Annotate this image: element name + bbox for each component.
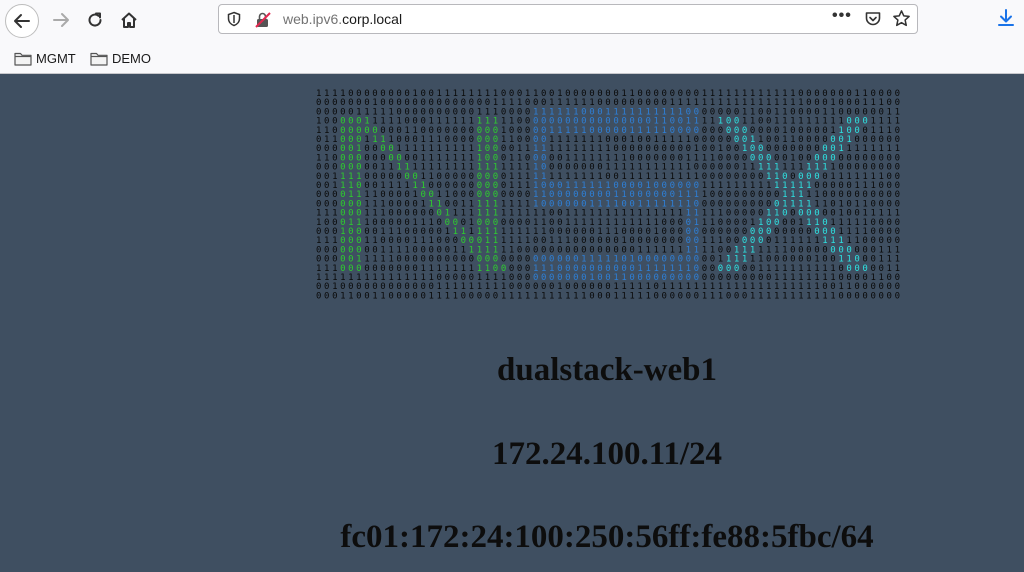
bookmark-label: MGMT [36,50,76,66]
bookmarks-bar: MGMT DEMO [0,44,1024,72]
ipv4-address: 172.24.100.11/24 [491,436,723,472]
reload-button[interactable] [79,4,111,36]
bookmark-folder-mgmt[interactable]: MGMT [14,48,76,68]
home-button[interactable] [113,4,145,36]
reload-icon [88,12,102,27]
bookmark-star-icon[interactable] [892,9,911,28]
page-actions-menu-icon[interactable]: ••• [832,7,852,25]
url-domain: corp.local [342,11,403,27]
download-icon[interactable] [996,8,1016,28]
tracking-protection-icon[interactable] [226,11,242,27]
bookmark-folder-demo[interactable]: DEMO [90,48,151,68]
forward-button[interactable] [45,4,77,36]
back-button[interactable] [5,4,39,38]
folder-icon [14,52,32,66]
home-icon [121,12,137,28]
bookmark-label: DEMO [112,50,151,66]
url-text[interactable]: web.ipv6.corp.local [283,11,402,27]
binary-logo-svg: 1111000000001001111111100011001000000011… [316,89,900,300]
address-bar[interactable]: web.ipv6.corp.local ••• [218,4,918,34]
insecure-lock-icon[interactable] [254,11,272,29]
arrow-left-icon [14,14,30,28]
url-host: web.ipv6. [283,11,343,27]
folder-icon [90,52,108,66]
binary-row: 0001100110000011110000011111111111000111… [316,291,900,300]
arrow-right-icon [53,13,69,27]
browser-toolbar: web.ipv6.corp.local ••• MGMT DEMO [0,0,1024,74]
ipv6-address: fc01:172:24:100:250:56ff:fe88:5fbc/64 [340,519,874,555]
hostname-heading: dualstack-web1 [496,352,718,388]
binary-logo-art: 1111000000001001111111100011001000000011… [316,88,900,300]
pocket-icon[interactable] [864,10,882,28]
